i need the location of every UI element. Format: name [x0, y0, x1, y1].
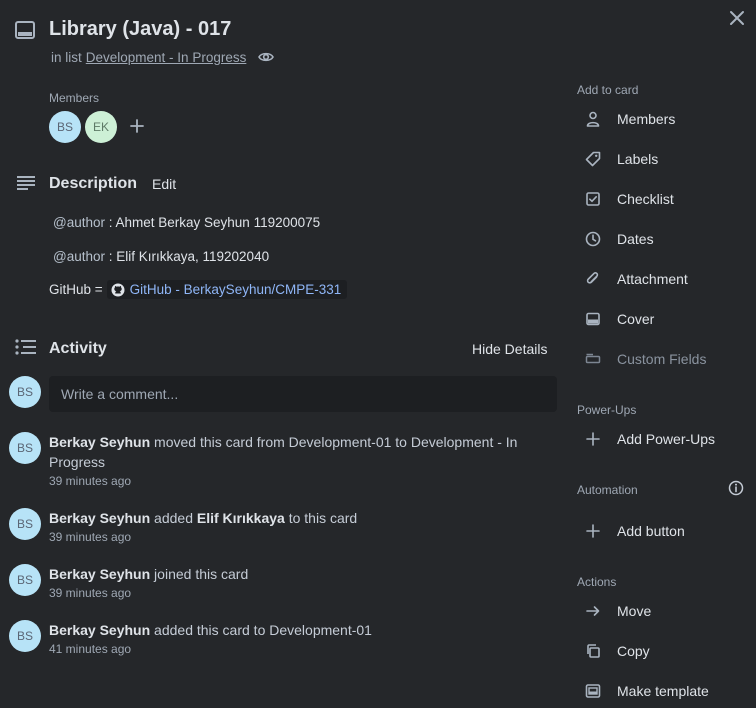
github-line: GitHub = GitHub - BerkaySeyhun/CMPE-331 — [49, 280, 348, 299]
mention[interactable]: @author — [53, 249, 105, 264]
eye-icon[interactable] — [258, 49, 275, 65]
in-list-prefix: in list — [51, 49, 82, 65]
custom-fields-button-label: Custom Fields — [617, 351, 707, 367]
plus-icon — [586, 432, 600, 446]
activity-item: Berkay Seyhun added Elif Kırıkkaya to th… — [49, 508, 549, 545]
members-button-label: Members — [617, 111, 676, 127]
list-link[interactable]: Development - In Progress — [86, 50, 247, 65]
hide-details-button[interactable]: Hide Details — [472, 341, 547, 357]
attachment-button-label: Attachment — [617, 271, 688, 287]
description-text: : Elif Kırıkkaya, 119202040 — [104, 249, 270, 264]
avatar[interactable]: BS — [9, 564, 41, 596]
github-link[interactable]: GitHub - BerkaySeyhun/CMPE-331 — [106, 280, 348, 299]
add-to-card-heading: Add to card — [577, 83, 639, 97]
members-button[interactable]: Members — [577, 103, 737, 135]
add-power-ups-label: Add Power-Ups — [617, 431, 716, 447]
avatar[interactable]: BS — [9, 620, 41, 652]
person-icon — [586, 111, 600, 127]
mention[interactable]: @author — [53, 215, 105, 230]
activity-action: joined this card — [150, 566, 249, 582]
github-icon — [111, 283, 125, 296]
power-ups-heading: Power-Ups — [577, 403, 637, 417]
checklist-button-label: Checklist — [617, 191, 674, 207]
activity-target: Elif Kırıkkaya — [196, 510, 285, 526]
description-icon — [17, 176, 35, 190]
avatar[interactable]: BS — [49, 111, 81, 143]
tag-icon — [585, 151, 601, 167]
activity-user[interactable]: Berkay Seyhun — [49, 622, 150, 638]
activity-user[interactable]: Berkay Seyhun — [49, 566, 150, 582]
avatar[interactable]: BS — [9, 432, 41, 464]
activity-icon — [15, 339, 36, 355]
activity-user[interactable]: Berkay Seyhun — [49, 510, 150, 526]
info-icon[interactable] — [728, 480, 744, 496]
activity-timestamp[interactable]: 41 minutes ago — [49, 641, 549, 657]
avatar[interactable]: BS — [9, 376, 41, 408]
add-member-icon[interactable] — [128, 117, 146, 135]
copy-icon — [587, 644, 600, 658]
activity-timestamp[interactable]: 39 minutes ago — [49, 529, 549, 545]
checklist-button[interactable]: Checklist — [577, 183, 737, 215]
avatar[interactable]: EK — [85, 111, 117, 143]
make-template-label: Make template — [617, 683, 709, 699]
move-button[interactable]: Move — [577, 595, 737, 627]
description-line: @author : Ahmet Berkay Seyhun 119200075 — [53, 215, 320, 230]
list-info: in list Development - In Progress — [51, 49, 275, 65]
members-label: Members — [49, 91, 100, 105]
add-button-button[interactable]: Add button — [577, 515, 737, 547]
cover-icon — [586, 312, 600, 326]
github-link-text: GitHub - BerkaySeyhun/CMPE-331 — [129, 282, 342, 297]
add-power-ups-button[interactable]: Add Power-Ups — [577, 423, 737, 455]
cover-button-label: Cover — [617, 311, 655, 327]
checkbox-icon — [586, 192, 600, 206]
add-button-label: Add button — [617, 523, 685, 539]
card-title[interactable]: Library (Java) - 017 — [49, 18, 231, 41]
dates-button-label: Dates — [617, 231, 654, 247]
activity-item: Berkay Seyhun moved this card from Devel… — [49, 432, 549, 489]
labels-button[interactable]: Labels — [577, 143, 737, 175]
custom-fields-icon — [585, 353, 601, 364]
description-text: : Ahmet Berkay Seyhun 119200075 — [104, 215, 321, 230]
activity-action: added this card to Development-01 — [150, 622, 372, 638]
activity-timestamp[interactable]: 39 minutes ago — [49, 473, 549, 489]
custom-fields-button[interactable]: Custom Fields — [577, 343, 737, 375]
activity-timestamp[interactable]: 39 minutes ago — [49, 585, 549, 601]
card-icon — [15, 21, 35, 39]
automation-heading: Automation — [577, 483, 638, 497]
move-button-label: Move — [617, 603, 652, 619]
activity-user[interactable]: Berkay Seyhun — [49, 434, 150, 450]
activity-item: Berkay Seyhun joined this card 39 minute… — [49, 564, 549, 601]
dates-button[interactable]: Dates — [577, 223, 737, 255]
close-icon[interactable] — [728, 9, 746, 27]
arrow-right-icon — [586, 606, 600, 616]
attachment-button[interactable]: Attachment — [577, 263, 737, 295]
actions-heading: Actions — [577, 575, 617, 589]
clock-icon — [585, 231, 601, 247]
activity-heading: Activity — [49, 340, 107, 357]
comment-input[interactable] — [49, 376, 557, 412]
activity-action: added — [150, 510, 197, 526]
avatar[interactable]: BS — [9, 508, 41, 540]
make-template-button[interactable]: Make template — [577, 675, 737, 707]
github-prefix: GitHub = — [49, 282, 103, 297]
template-icon — [585, 684, 601, 698]
labels-button-label: Labels — [617, 151, 659, 167]
copy-button[interactable]: Copy — [577, 635, 737, 667]
plus-icon — [586, 524, 600, 538]
description-line: @author : Elif Kırıkkaya, 119202040 — [53, 249, 269, 264]
activity-action: to this card — [284, 510, 358, 526]
paperclip-icon — [586, 272, 599, 284]
copy-button-label: Copy — [617, 643, 650, 659]
cover-button[interactable]: Cover — [577, 303, 737, 335]
activity-item: Berkay Seyhun added this card to Develop… — [49, 620, 549, 657]
description-heading: Description — [49, 175, 138, 192]
edit-description-button[interactable]: Edit — [152, 176, 176, 192]
